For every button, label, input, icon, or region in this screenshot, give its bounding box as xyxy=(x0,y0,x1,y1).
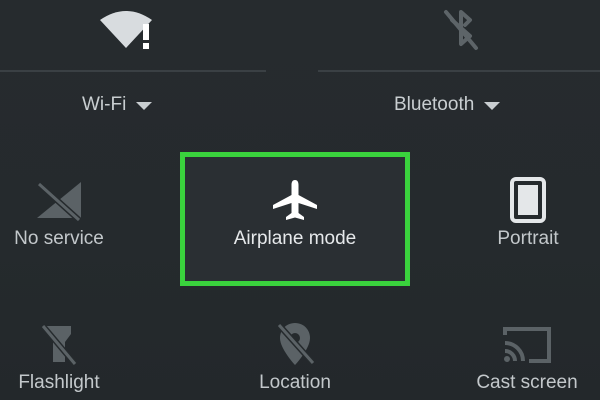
divider xyxy=(318,70,600,72)
chevron-down-icon xyxy=(484,102,501,110)
tile-label: Location xyxy=(259,372,331,393)
wifi-dropdown[interactable]: Wi-Fi xyxy=(82,92,153,118)
tile-label: Portrait xyxy=(497,228,559,249)
divider xyxy=(0,70,266,72)
tile-label: Flashlight xyxy=(18,372,100,393)
bluetooth-off-icon[interactable] xyxy=(432,4,492,54)
airplane-icon xyxy=(267,172,323,228)
tile-label: Airplane mode xyxy=(233,228,357,249)
tile-cast-screen[interactable]: Cast screen xyxy=(462,316,592,394)
tile-airplane-mode[interactable]: Airplane mode xyxy=(210,172,380,250)
tile-portrait[interactable]: Portrait xyxy=(476,172,580,250)
tile-location[interactable]: Location xyxy=(220,316,370,394)
tile-flashlight[interactable]: Flashlight xyxy=(0,316,118,394)
bluetooth-dropdown[interactable]: Bluetooth xyxy=(394,92,501,118)
bluetooth-label: Bluetooth xyxy=(394,94,475,115)
no-signal-icon xyxy=(31,172,87,228)
tile-label: Cast screen xyxy=(476,372,578,393)
tile-no-service[interactable]: No service xyxy=(0,172,118,250)
cast-icon xyxy=(499,316,555,372)
flashlight-off-icon xyxy=(31,316,87,372)
chevron-down-icon xyxy=(136,102,153,110)
quick-settings-panel: Wi-Fi Bluetooth No service Airplane mode xyxy=(0,0,600,400)
location-off-icon xyxy=(267,316,323,372)
wifi-no-internet-icon[interactable] xyxy=(96,4,156,54)
wifi-label: Wi-Fi xyxy=(82,94,127,115)
portrait-icon xyxy=(500,172,556,228)
tile-label: No service xyxy=(14,228,104,249)
